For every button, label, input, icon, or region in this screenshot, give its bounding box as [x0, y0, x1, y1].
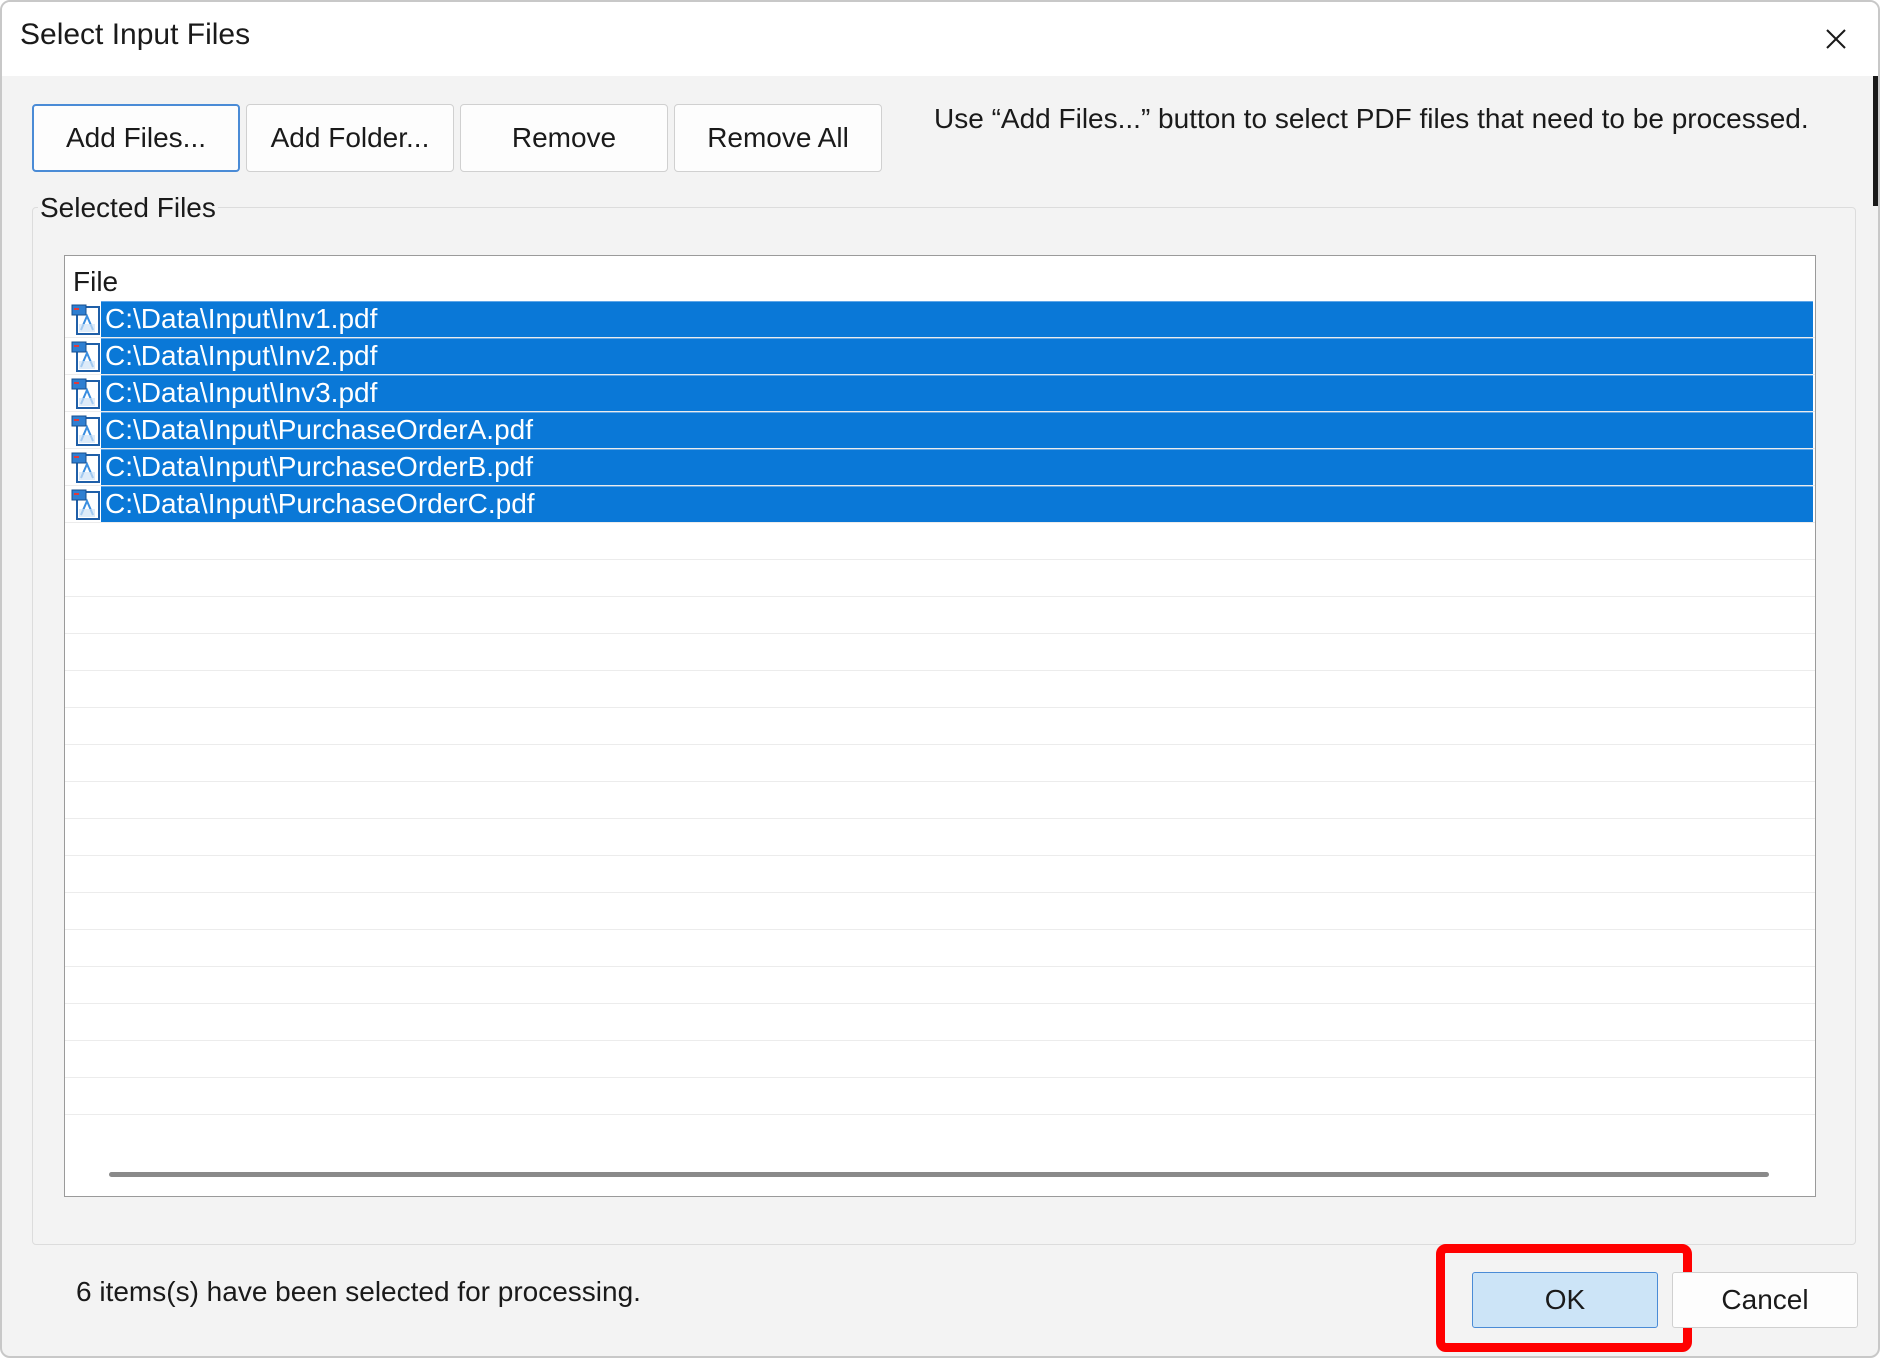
file-path: C:\Data\Input\Inv1.pdf	[105, 303, 378, 334]
empty-row	[65, 671, 1815, 708]
file-row[interactable]: C:\Data\Input\PurchaseOrderC.pdf	[65, 486, 1815, 523]
file-path: C:\Data\Input\PurchaseOrderB.pdf	[105, 451, 533, 482]
file-list-rows: C:\Data\Input\Inv1.pdf C:\Data\Input\Inv2…	[65, 301, 1815, 1115]
file-row[interactable]: C:\Data\Input\Inv3.pdf	[65, 375, 1815, 412]
file-path: C:\Data\Input\PurchaseOrderC.pdf	[105, 488, 535, 519]
empty-row	[65, 523, 1815, 560]
empty-row	[65, 819, 1815, 856]
empty-row	[65, 856, 1815, 893]
file-row[interactable]: C:\Data\Input\PurchaseOrderA.pdf	[65, 412, 1815, 449]
empty-row	[65, 893, 1815, 930]
file-path: C:\Data\Input\Inv3.pdf	[105, 377, 378, 408]
file-row[interactable]: C:\Data\Input\PurchaseOrderB.pdf	[65, 449, 1815, 486]
horizontal-scrollbar[interactable]	[109, 1172, 1769, 1177]
pdf-file-icon	[71, 489, 101, 520]
pdf-file-icon	[71, 452, 101, 483]
ok-button[interactable]: OK	[1472, 1272, 1658, 1328]
pdf-file-icon	[71, 415, 101, 446]
window-edge	[1873, 76, 1878, 206]
file-list[interactable]: File C:\Data\Input\Inv1.pdf C:\Data\Input…	[64, 255, 1816, 1197]
status-text: 6 items(s) have been selected for proces…	[76, 1276, 641, 1307]
empty-row	[65, 782, 1815, 819]
close-button[interactable]	[1806, 10, 1866, 68]
empty-row	[65, 708, 1815, 745]
file-row[interactable]: C:\Data\Input\Inv1.pdf	[65, 301, 1815, 338]
pdf-file-icon	[71, 341, 101, 372]
empty-row	[65, 560, 1815, 597]
title-bar: Select Input Files	[2, 2, 1878, 76]
file-row[interactable]: C:\Data\Input\Inv2.pdf	[65, 338, 1815, 375]
remove-button[interactable]: Remove	[460, 104, 668, 172]
file-path: C:\Data\Input\PurchaseOrderA.pdf	[105, 414, 533, 445]
empty-row	[65, 1004, 1815, 1041]
empty-row	[65, 597, 1815, 634]
pdf-file-icon	[71, 304, 101, 335]
select-input-files-dialog: Select Input Files Add Files... Add Fold…	[0, 0, 1880, 1358]
cancel-button[interactable]: Cancel	[1672, 1272, 1858, 1328]
empty-row	[65, 1041, 1815, 1078]
pdf-file-icon	[71, 378, 101, 409]
add-files-button[interactable]: Add Files...	[32, 104, 240, 172]
column-header-file[interactable]: File	[73, 266, 118, 298]
dialog-title: Select Input Files	[20, 18, 251, 51]
empty-row	[65, 930, 1815, 967]
file-path: C:\Data\Input\Inv2.pdf	[105, 340, 378, 371]
instructions-text: Use “Add Files...” button to select PDF …	[934, 103, 1809, 134]
empty-row	[65, 967, 1815, 1004]
empty-row	[65, 634, 1815, 671]
empty-row	[65, 1078, 1815, 1115]
close-icon	[1826, 29, 1846, 49]
add-folder-button[interactable]: Add Folder...	[246, 104, 454, 172]
remove-all-button[interactable]: Remove All	[674, 104, 882, 172]
empty-row	[65, 745, 1815, 782]
selected-files-label: Selected Files	[38, 192, 218, 224]
